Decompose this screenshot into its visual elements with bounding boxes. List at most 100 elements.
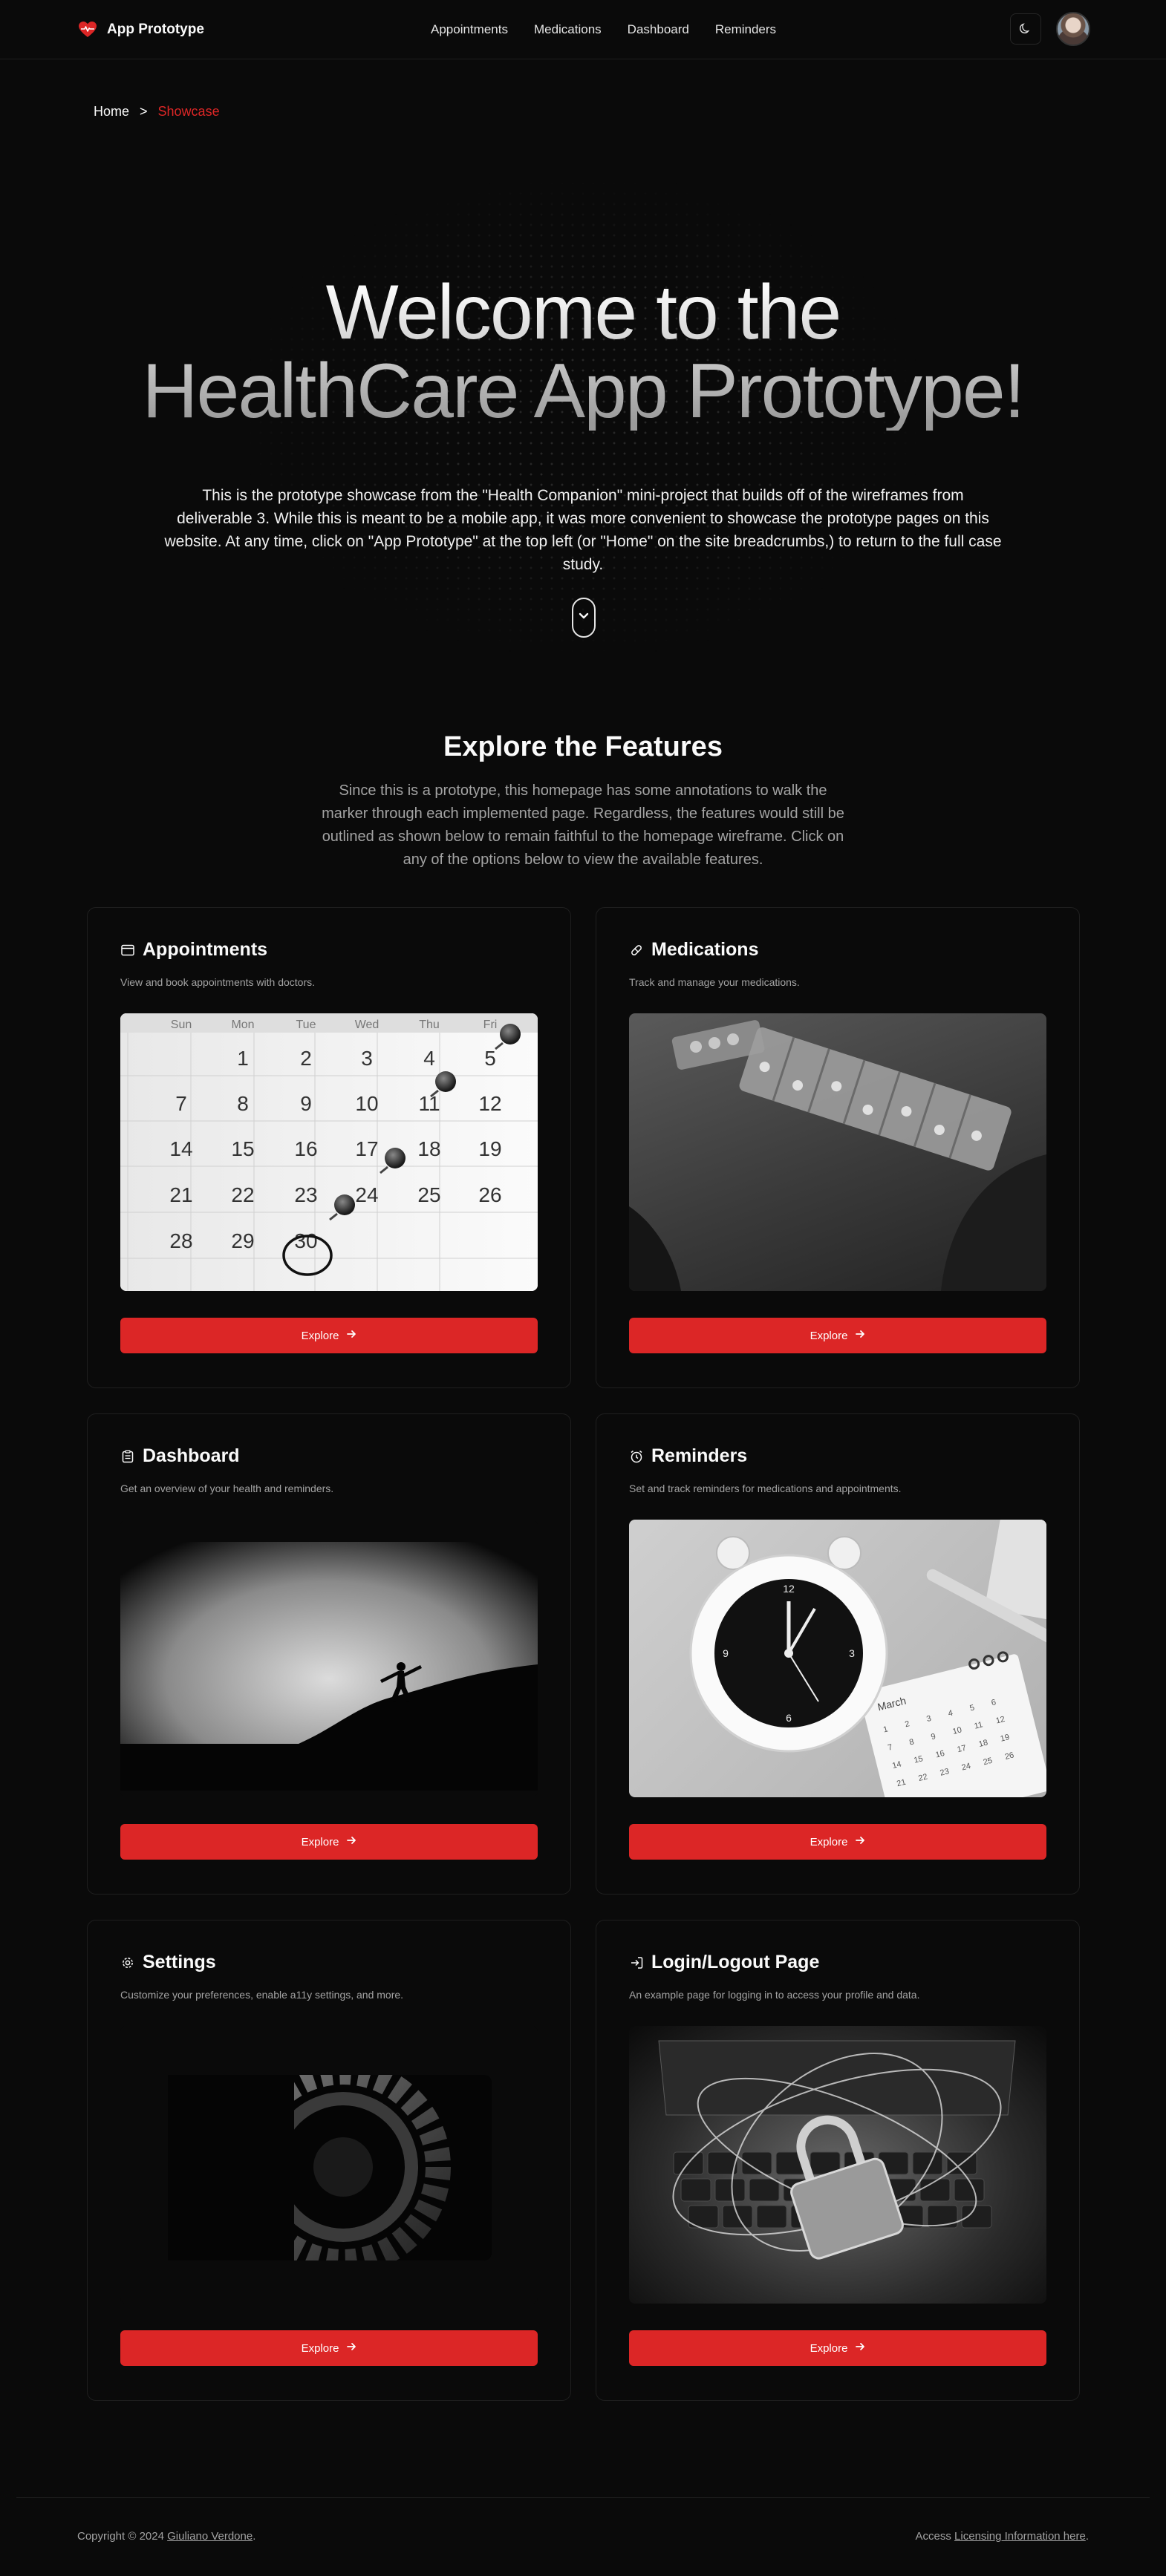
explore-dashboard-button[interactable]: Explore — [120, 1824, 538, 1860]
card-header: Settings — [120, 1952, 216, 1973]
moon-icon — [1019, 22, 1032, 36]
features-title: Explore the Features — [443, 731, 723, 762]
card-medications: Medications Track and manage your medica… — [596, 907, 1080, 1388]
calendar-date: 29 — [231, 1229, 254, 1252]
explore-medications-button[interactable]: Explore — [629, 1318, 1046, 1353]
card-header: Appointments — [120, 939, 267, 961]
scroll-down-button[interactable] — [572, 598, 596, 638]
calendar-date: 5 — [484, 1047, 496, 1070]
card-login-logout: Login/Logout Page An example page for lo… — [596, 1920, 1080, 2401]
card-appointments: Appointments View and book appointments … — [87, 907, 571, 1388]
footer-license: Access Licensing Information here. — [915, 2530, 1089, 2543]
calendar-date: 12 — [478, 1092, 501, 1115]
calendar-date: 15 — [231, 1137, 254, 1160]
calendar-date: 8 — [237, 1092, 249, 1115]
breadcrumb: Home > Showcase — [94, 104, 220, 120]
svg-text:6: 6 — [786, 1712, 792, 1724]
chevron-down-icon — [578, 611, 590, 624]
card-header: Login/Logout Page — [629, 1952, 819, 1973]
license-link[interactable]: Licensing Information here — [954, 2530, 1086, 2543]
nav-appointments[interactable]: Appointments — [431, 21, 508, 39]
card-description: Set and track reminders for medications … — [629, 1482, 902, 1494]
gears-photo — [120, 2026, 538, 2304]
cal-day-mon: Mon — [231, 1019, 254, 1031]
calendar-date: 11 — [418, 1092, 440, 1115]
explore-login-button[interactable]: Explore — [629, 2330, 1046, 2366]
footer-copyright: Copyright © 2024 Giuliano Verdone. — [77, 2530, 256, 2543]
explore-settings-button[interactable]: Explore — [120, 2330, 538, 2366]
breadcrumb-home[interactable]: Home — [94, 104, 129, 120]
arrow-right-icon — [346, 1329, 356, 1342]
brand-link[interactable]: App Prototype — [77, 18, 204, 42]
explore-label: Explore — [301, 1835, 339, 1848]
card-header: Dashboard — [120, 1445, 240, 1467]
hero-description: This is the prototype showcase from the … — [164, 487, 1002, 573]
nav-dashboard[interactable]: Dashboard — [628, 21, 689, 39]
arrow-right-icon — [346, 1835, 356, 1848]
cal-day-sun: Sun — [171, 1019, 192, 1031]
svg-text:3: 3 — [849, 1647, 855, 1659]
explore-reminders-button[interactable]: Explore — [629, 1824, 1046, 1860]
footer-divider — [16, 2497, 1150, 2498]
calendar-date: 22 — [231, 1183, 254, 1206]
alarm-clock-photo: March 123456 7 8 9 10 11 12 14 15 16 17 18 19 21 22… — [629, 1520, 1046, 1797]
nav-reminders[interactable]: Reminders — [715, 21, 776, 39]
calendar-date: 4 — [423, 1047, 435, 1070]
card-description: View and book appointments with doctors. — [120, 976, 316, 988]
laptop-padlock-photo — [629, 2026, 1046, 2304]
breadcrumb-current: Showcase — [157, 104, 220, 119]
clipboard-icon — [120, 1449, 135, 1464]
breadcrumb-separator: > — [140, 104, 148, 119]
silhouette-photo — [120, 1520, 538, 1797]
card-title: Login/Logout Page — [651, 1952, 820, 1972]
arrow-right-icon — [346, 2341, 356, 2355]
explore-label: Explore — [301, 2341, 339, 2355]
arrow-right-icon — [855, 1329, 865, 1342]
calendar-icon — [120, 943, 135, 958]
calendar-date: 28 — [169, 1229, 192, 1252]
calendar-date: 7 — [175, 1092, 187, 1115]
cal-day-wed: Wed — [355, 1019, 380, 1031]
calendar-date: 25 — [417, 1183, 440, 1206]
card-description: Track and manage your medications. — [629, 976, 800, 988]
svg-text:9: 9 — [723, 1647, 729, 1659]
explore-appointments-button[interactable]: Explore — [120, 1318, 538, 1353]
brand-label: App Prototype — [107, 22, 204, 37]
calendar-date: 18 — [417, 1137, 440, 1160]
calendar-date: 26 — [478, 1183, 501, 1206]
theme-toggle-button[interactable] — [1010, 13, 1041, 45]
explore-label: Explore — [810, 1835, 848, 1848]
gear-icon — [120, 1955, 135, 1970]
alarm-clock-icon — [629, 1449, 644, 1464]
explore-label: Explore — [810, 1329, 848, 1342]
card-title: Reminders — [651, 1445, 748, 1466]
card-description: An example page for logging in to access… — [629, 1989, 920, 2001]
calendar-date: 1 — [237, 1047, 249, 1070]
cal-day-thu: Thu — [419, 1019, 440, 1031]
calendar-photo: Sun Mon Tue Wed Thu Fri 1 2 3 4 5 7 8 9 10 11 12 14… — [120, 1013, 538, 1291]
card-title: Appointments — [143, 939, 268, 960]
hero-title-line1: Welcome to the — [325, 269, 841, 356]
log-in-icon — [629, 1955, 644, 1970]
nav-medications[interactable]: Medications — [534, 21, 602, 39]
author-link[interactable]: Giuliano Verdone — [167, 2530, 253, 2543]
calendar-date: 9 — [300, 1092, 312, 1115]
arrow-right-icon — [855, 1835, 865, 1848]
card-header: Medications — [629, 939, 758, 961]
arrow-right-icon — [855, 2341, 865, 2355]
card-title: Settings — [143, 1952, 216, 1972]
calendar-date: 19 — [478, 1137, 501, 1160]
hero-title-line2: HealthCare App Prototype! — [142, 348, 1024, 434]
calendar-date: 14 — [169, 1137, 192, 1160]
card-settings: Settings Customize your preferences, ena… — [87, 1920, 571, 2401]
license-prefix: Access — [915, 2530, 951, 2543]
copyright-prefix: Copyright © 2024 — [77, 2530, 164, 2543]
avatar[interactable] — [1056, 12, 1090, 46]
card-dashboard: Dashboard Get an overview of your health… — [87, 1413, 571, 1895]
main-nav: Appointments Medications Dashboard Remin… — [431, 21, 802, 39]
features-description: Since this is a prototype, this homepage… — [322, 782, 844, 868]
card-description: Customize your preferences, enable a11y … — [120, 1989, 404, 2001]
explore-label: Explore — [301, 1329, 339, 1342]
calendar-date: 17 — [355, 1137, 378, 1160]
pill-organizer-photo — [629, 1013, 1046, 1291]
